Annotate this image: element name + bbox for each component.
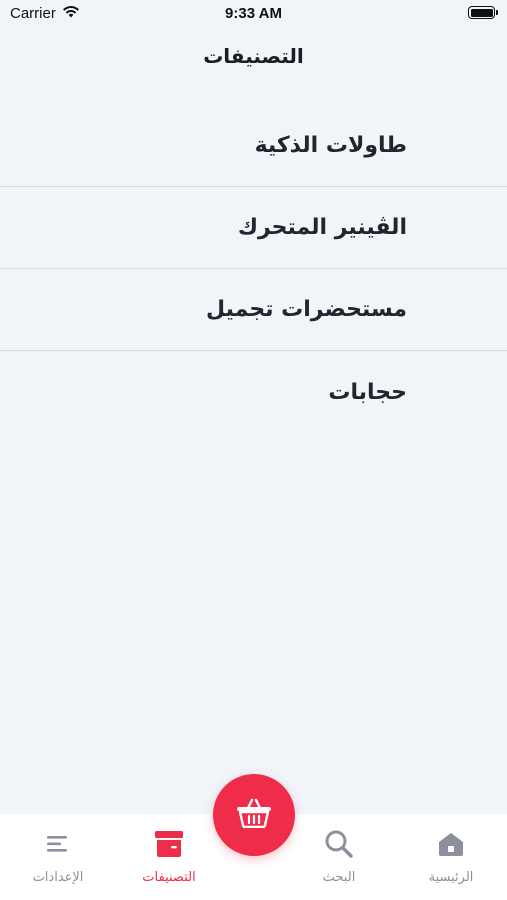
category-label: حجابات [328, 379, 407, 405]
category-list: طاولات الذكية الڤينير المتحرك مستحضرات ت… [0, 105, 507, 433]
home-icon [401, 828, 501, 860]
tab-categories[interactable]: التصنيفات [119, 828, 219, 885]
category-item-veneer[interactable]: الڤينير المتحرك [0, 187, 507, 269]
battery-level [470, 8, 493, 17]
tab-home[interactable]: الرئيسية [401, 828, 501, 885]
status-bar: Carrier 9:33 AM [0, 0, 507, 30]
basket-icon [236, 798, 272, 832]
tab-label: البحث [322, 870, 356, 885]
archive-box-icon [119, 828, 219, 860]
category-label: طاولات الذكية [254, 133, 407, 158]
category-item-hijabs[interactable]: حجابات [0, 351, 507, 433]
category-label: الڤينير المتحرك [237, 215, 407, 240]
category-item-smart-tables[interactable]: طاولات الذكية [0, 105, 507, 187]
page-title: التصنيفات [203, 44, 304, 68]
tab-label: الرئيسية [428, 870, 474, 885]
tab-search[interactable]: البحث [289, 828, 389, 885]
categories-screen: Carrier 9:33 AM التصنيفات طاولات الذكية … [0, 0, 507, 900]
search-icon [289, 828, 389, 860]
category-label: مستحضرات تجميل [206, 297, 407, 322]
basket-button[interactable] [213, 774, 295, 856]
status-right [468, 6, 498, 19]
tab-label: الإعدادات [32, 870, 84, 885]
battery-icon [468, 6, 498, 19]
menu-icon [8, 828, 108, 860]
category-item-cosmetics[interactable]: مستحضرات تجميل [0, 269, 507, 351]
tab-label: التصنيفات [142, 870, 196, 885]
status-time: 9:33 AM [225, 5, 282, 22]
tab-settings[interactable]: الإعدادات [8, 828, 108, 885]
